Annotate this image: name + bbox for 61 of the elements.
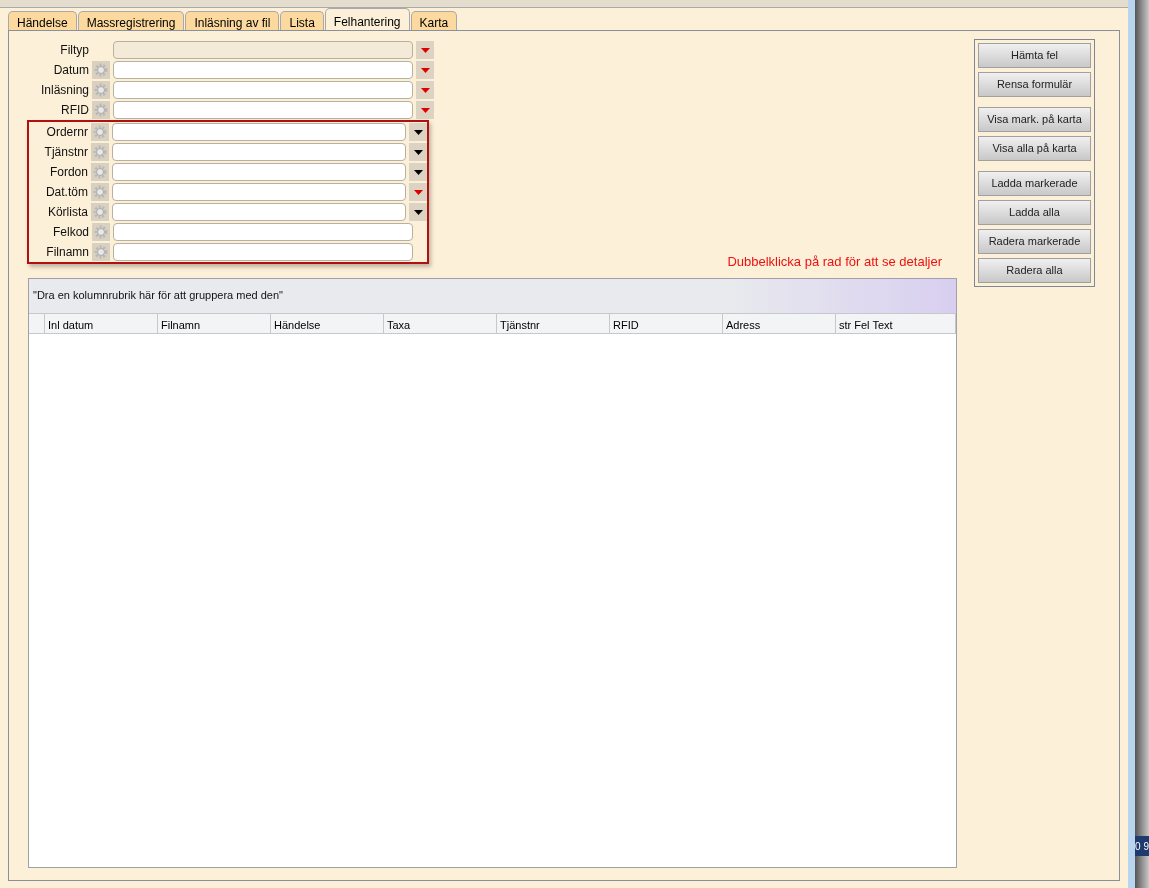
column-header[interactable]: Taxa [384,313,497,333]
gear-icon[interactable] [90,203,109,221]
input-field[interactable] [113,101,413,119]
column-header[interactable]: Inl datum [45,313,158,333]
field-label: Filnamn [45,244,90,261]
action-button[interactable]: Hämta fel [978,43,1091,68]
hint-text: Dubbelklicka på rad för att se detaljer [727,253,942,271]
group-panel-text: "Dra en kolumnrubrik här för att gruppera med den" [33,288,283,304]
action-button[interactable]: Ladda alla [978,200,1091,225]
input-field[interactable] [111,123,407,141]
dropdown-button[interactable] [409,163,427,181]
dropdown-button[interactable] [409,143,427,161]
gear-icon[interactable] [92,243,110,261]
field-label: Körlista [46,204,89,221]
input-field[interactable] [111,183,407,201]
action-button[interactable]: Radera markerade [978,229,1091,254]
field-label: Inläsning [39,82,90,99]
dropdown-button[interactable] [409,123,427,141]
field-label: Dat.töm [44,184,89,201]
action-button[interactable]: Ladda markerade [978,171,1091,196]
column-header[interactable]: Tjänstnr [497,313,610,333]
gear-icon[interactable] [90,183,109,201]
field-label: Filtyp [59,42,90,59]
tab[interactable]: Lista [280,11,324,30]
action-button[interactable]: Rensa formulär [978,72,1091,97]
column-header[interactable]: Händelse [271,313,384,333]
gear-icon[interactable] [92,61,110,79]
input-field[interactable] [113,243,413,261]
scrollbar[interactable] [1128,0,1136,888]
column-header[interactable]: Adress [723,313,836,333]
input-field[interactable] [113,61,413,79]
input-field[interactable] [113,223,413,241]
gear-icon[interactable] [92,81,110,99]
column-header[interactable]: Filnamn [158,313,271,333]
column-header[interactable]: RFID [610,313,723,333]
gear-icon[interactable] [92,223,110,241]
field-label: Tjänstnr [43,144,89,161]
status-fragment: 0 9 [1135,836,1149,856]
tab[interactable]: Felhantering [324,8,410,30]
input-field[interactable] [111,203,407,221]
action-button[interactable]: Visa mark. på karta [978,107,1091,132]
action-button[interactable]: Visa alla på karta [978,136,1091,161]
field-label: RFID [60,102,90,119]
tab[interactable]: Inläsning av fil [185,11,280,30]
tab[interactable]: Massregistrering [77,11,185,30]
column-header[interactable]: str Fel Text [836,313,956,333]
input-field[interactable] [113,81,413,99]
action-button[interactable]: Radera alla [978,258,1091,283]
input-field[interactable] [111,143,407,161]
field-label: Datum [52,62,90,79]
gear-icon[interactable] [90,123,109,141]
gear-icon[interactable] [90,143,109,161]
tab[interactable]: Karta [410,11,458,30]
field-label: Ordernr [45,124,89,141]
gear-icon[interactable] [90,163,109,181]
field-label: Fordon [48,164,89,181]
gear-icon[interactable] [92,101,110,119]
field-label: Felkod [51,224,90,241]
input-field[interactable] [111,163,407,181]
dropdown-button[interactable] [409,203,427,221]
tab[interactable]: Händelse [8,11,77,30]
